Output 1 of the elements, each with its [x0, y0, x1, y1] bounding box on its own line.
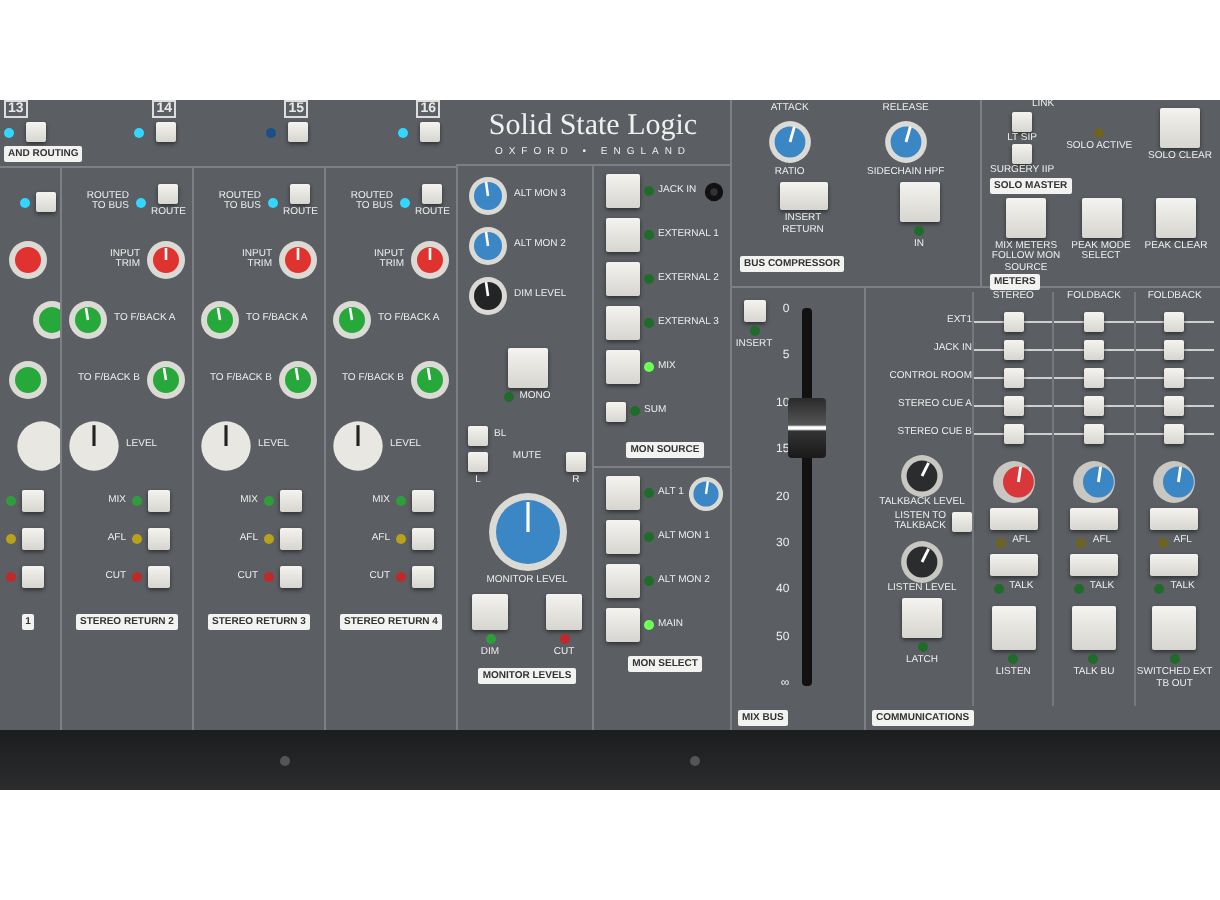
brand-name: Solid State Logic	[488, 112, 698, 142]
